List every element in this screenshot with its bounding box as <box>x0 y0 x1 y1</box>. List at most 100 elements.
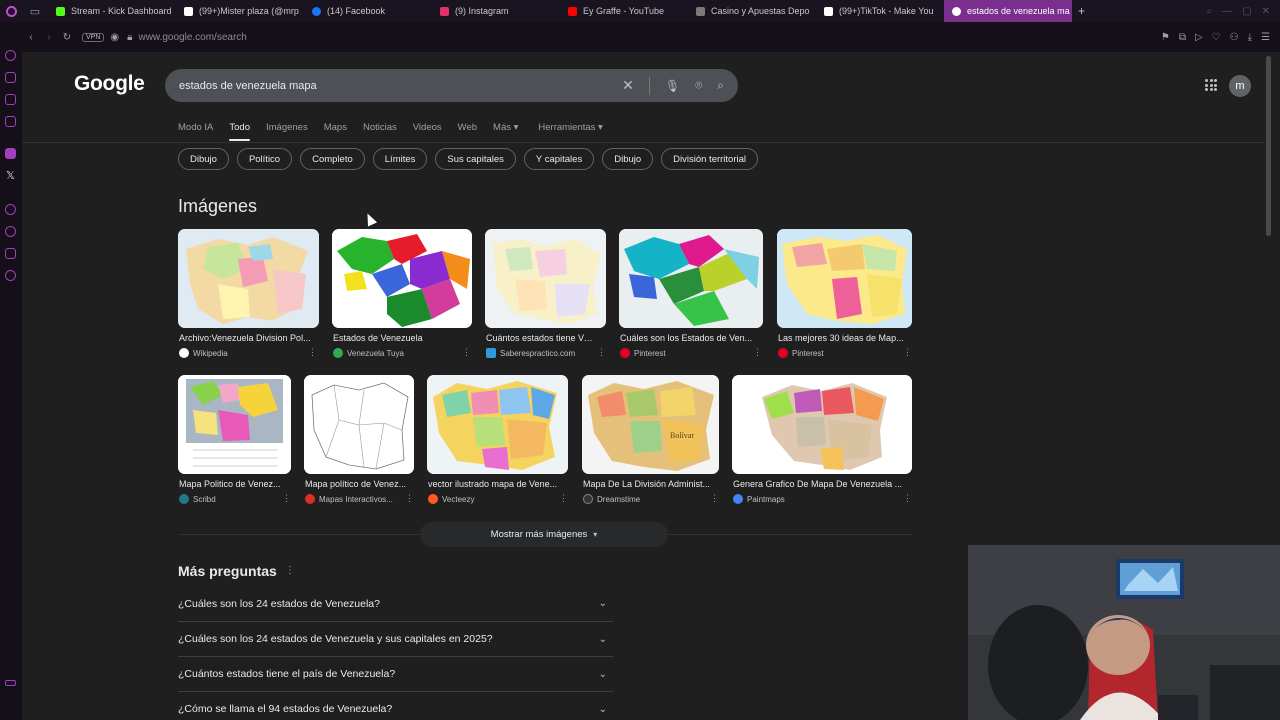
search-icon[interactable]: ⌕ <box>717 78 724 93</box>
browser-tab[interactable]: (99+)TikTok - Make You <box>816 0 944 22</box>
map-thumbnail[interactable] <box>777 229 912 328</box>
chevron-down-icon[interactable]: ⌄ <box>599 704 607 715</box>
image-caption[interactable]: vector ilustrado mapa de Vene... <box>428 479 568 489</box>
map-thumbnail[interactable] <box>304 375 414 474</box>
mic-icon[interactable]: 🎙︎ <box>665 79 680 93</box>
image-caption[interactable]: Mapa De La División Administ... <box>583 479 718 489</box>
close-window-icon[interactable]: ✕ <box>1262 6 1270 17</box>
more-vert-icon[interactable]: ⋮ <box>308 347 317 358</box>
sidebar-x-icon[interactable]: 𝕏 <box>6 169 15 182</box>
tab-overview-icon[interactable]: ▭ <box>22 0 48 22</box>
image-source[interactable]: Pinterest <box>778 348 824 358</box>
heart-icon[interactable]: ♡ <box>1212 32 1221 43</box>
chip-dibujo[interactable]: Dibujo <box>178 148 229 170</box>
image-source[interactable]: Vecteezy <box>428 494 474 504</box>
image-caption[interactable]: Mapa político de Venez... <box>305 479 415 489</box>
sidebar-instagram-icon[interactable] <box>5 116 16 127</box>
map-thumbnail[interactable] <box>619 229 763 328</box>
avatar[interactable]: m <box>1229 75 1251 97</box>
image-source[interactable]: Mapas Interactivos... <box>305 494 393 504</box>
tab-noticias[interactable]: Noticias <box>363 122 397 141</box>
chip-politico[interactable]: Político <box>236 148 293 170</box>
lock-icon[interactable]: 🔒︎ <box>127 32 132 43</box>
sidebar-tools-icon[interactable] <box>5 248 16 259</box>
browser-tab[interactable]: (9) Instagram <box>432 0 560 22</box>
more-vert-icon[interactable]: ⋮ <box>282 493 291 504</box>
sidebar-clock-icon[interactable] <box>5 226 16 237</box>
question-row[interactable]: ¿Cómo se llama el 94 estados de Venezuel… <box>178 691 613 720</box>
image-caption[interactable]: Las mejores 30 ideas de Map... <box>778 333 910 343</box>
image-result[interactable]: Mapa político de Venez... Mapas Interact… <box>304 375 414 510</box>
chip-sus-capitales[interactable]: Sus capitales <box>435 148 516 170</box>
image-source[interactable]: Pinterest <box>620 348 666 358</box>
image-caption[interactable]: Cuáles son los Estados de Ven... <box>620 333 760 343</box>
question-row[interactable]: ¿Cuántos estados tiene el país de Venezu… <box>178 656 613 691</box>
image-source[interactable]: Wikipedia <box>179 348 228 358</box>
tab-herramientas[interactable]: Herramientas ▾ <box>538 122 602 141</box>
image-caption[interactable]: Archivo:Venezuela Division Pol... <box>179 333 319 343</box>
search-input[interactable]: estados de venezuela mapa <box>179 80 317 92</box>
chip-limites[interactable]: Límites <box>372 148 428 170</box>
browser-tab[interactable]: (99+)Mister plaza (@mrp <box>176 0 304 22</box>
map-thumbnail[interactable] <box>427 375 568 474</box>
question-row[interactable]: ¿Cuáles son los 24 estados de Venezuela?… <box>178 586 613 621</box>
sidebar-messenger-icon[interactable] <box>5 50 16 61</box>
image-result[interactable]: Estados de Venezuela Venezuela Tuya ⋮ <box>332 229 472 364</box>
search-box[interactable]: estados de venezuela mapa ✕ 🎙︎ ⌾ ⌕ <box>165 69 738 102</box>
question-text[interactable]: ¿Cuántos estados tiene el país de Venezu… <box>178 668 395 680</box>
image-result[interactable]: Cuántos estados tiene Ve... Saberespract… <box>485 229 606 364</box>
back-icon[interactable]: ‹ <box>22 32 40 43</box>
map-thumbnail[interactable]: Bolívar <box>582 375 719 474</box>
browser-tab[interactable]: Ey Graffe - YouTube <box>560 0 688 22</box>
tab-mas[interactable]: Más ▾ <box>493 122 518 141</box>
more-vert-icon[interactable]: ⋮ <box>903 493 912 504</box>
download-icon[interactable]: ⤓ <box>1248 32 1252 43</box>
sidebar-more-icon[interactable] <box>5 680 16 686</box>
image-caption[interactable]: Genera Grafico De Mapa De Venezuela ... <box>733 479 911 489</box>
tab-modo-ia[interactable]: Modo IA <box>178 122 213 141</box>
more-vert-icon[interactable]: ⋮ <box>559 493 568 504</box>
vpn-badge[interactable]: VPN <box>82 32 105 42</box>
tab-web[interactable]: Web <box>458 122 477 141</box>
scrollbar-thumb[interactable] <box>1266 56 1271 236</box>
minimize-icon[interactable]: — <box>1222 6 1232 17</box>
map-thumbnail[interactable] <box>178 375 291 474</box>
sidebar-settings-icon[interactable] <box>5 270 16 281</box>
more-vert-icon[interactable]: ⋮ <box>710 493 719 504</box>
sidebar-history-icon[interactable] <box>5 204 16 215</box>
map-thumbnail[interactable] <box>485 229 606 328</box>
tab-todo[interactable]: Todo <box>229 122 250 141</box>
chip-completo[interactable]: Completo <box>300 148 365 170</box>
image-result[interactable]: Genera Grafico De Mapa De Venezuela ... … <box>732 375 912 510</box>
browser-tab[interactable]: (14) Facebook <box>304 0 432 22</box>
chip-dibujo-2[interactable]: Dibujo <box>602 148 654 170</box>
lens-icon[interactable]: ⌾ <box>695 78 702 93</box>
image-caption[interactable]: Estados de Venezuela <box>333 333 473 343</box>
chevron-down-icon[interactable]: ⌄ <box>599 598 607 609</box>
apps-icon[interactable] <box>1205 79 1217 91</box>
question-row[interactable]: ¿Cuáles son los 24 estados de Venezuela … <box>178 621 613 656</box>
image-caption[interactable]: Mapa Politico de Venez... <box>179 479 291 489</box>
browser-tab[interactable]: Casino y Apuestas Depo <box>688 0 816 22</box>
forward-icon[interactable]: › <box>40 32 58 43</box>
chevron-down-icon[interactable]: ⌄ <box>599 669 607 680</box>
snapshot-icon[interactable]: ⧉ <box>1179 32 1186 43</box>
tab-maps[interactable]: Maps <box>324 122 347 141</box>
chevron-down-icon[interactable]: ⌄ <box>599 634 607 645</box>
more-vert-icon[interactable]: ⋮ <box>903 347 912 358</box>
more-vert-icon[interactable]: ⋮ <box>405 493 414 504</box>
browser-tab-active[interactable]: estados de venezuela ma <box>944 0 1072 22</box>
image-source[interactable]: Paintmaps <box>733 494 785 504</box>
question-text[interactable]: ¿Cuáles son los 24 estados de Venezuela … <box>178 633 493 645</box>
image-result[interactable]: vector ilustrado mapa de Vene... Vecteez… <box>427 375 568 510</box>
browser-tab[interactable]: Stream - Kick Dashboard <box>48 0 176 22</box>
browser-logo-icon[interactable] <box>0 0 22 22</box>
image-result[interactable]: Mapa Politico de Venez... Scribd ⋮ <box>178 375 291 510</box>
new-tab-button[interactable]: + <box>1072 4 1091 18</box>
show-more-images-button[interactable]: Mostrar más imágenes ▾ <box>420 522 668 547</box>
image-source[interactable]: Venezuela Tuya <box>333 348 404 358</box>
image-source[interactable]: Scribd <box>179 494 216 504</box>
tab-videos[interactable]: Videos <box>413 122 442 141</box>
more-vert-icon[interactable]: ⋮ <box>462 347 471 358</box>
profile-icon[interactable]: ⚇ <box>1230 32 1239 43</box>
